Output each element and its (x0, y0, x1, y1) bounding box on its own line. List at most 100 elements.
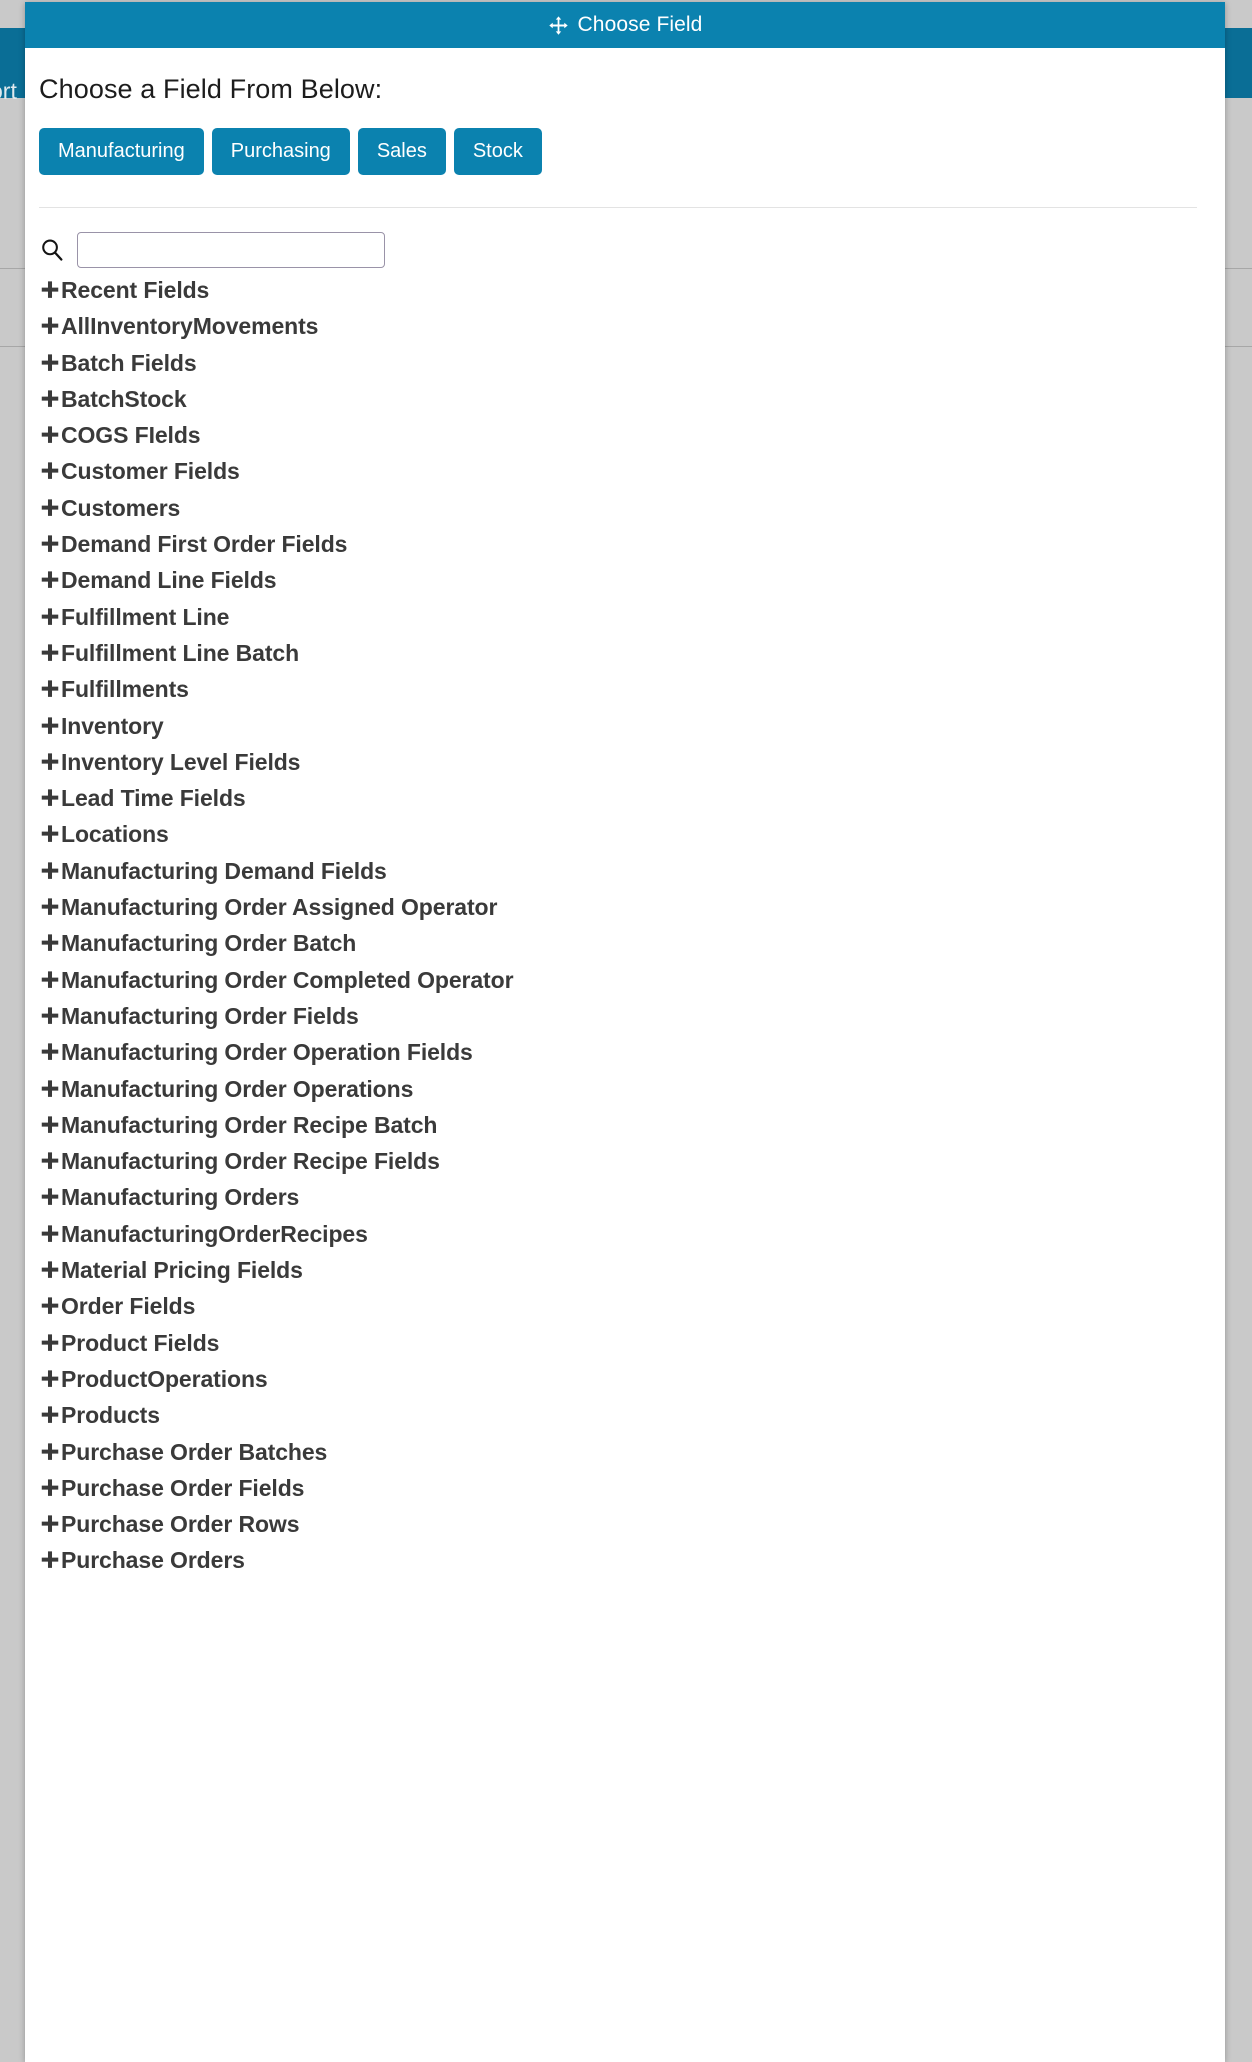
category-button-sales[interactable]: Sales (357, 128, 446, 175)
backdrop-navbar-label: ort (0, 78, 17, 104)
field-group-item[interactable]: Demand Line Fields (39, 566, 1225, 602)
field-group-label: Manufacturing Orders (61, 1184, 300, 1211)
field-group-label: Demand First Order Fields (61, 531, 348, 558)
field-group-label: Manufacturing Order Recipe Fields (61, 1148, 440, 1175)
plus-icon[interactable] (39, 1510, 61, 1532)
field-group-item[interactable]: Batch Fields (39, 349, 1225, 385)
field-group-label: BatchStock (61, 385, 187, 412)
plus-icon[interactable] (39, 712, 61, 734)
field-group-item[interactable]: Lead Time Fields (39, 784, 1225, 820)
plus-icon[interactable] (39, 784, 61, 807)
plus-icon[interactable] (39, 929, 61, 952)
field-group-label: Customers (61, 494, 181, 521)
category-button-group: Manufacturing Purchasing Sales Stock (25, 105, 1225, 175)
field-group-label: Manufacturing Order Recipe Batch (61, 1111, 438, 1138)
plus-icon[interactable] (39, 857, 61, 879)
plus-icon[interactable] (39, 349, 61, 371)
field-group-label: Purchase Orders (61, 1547, 245, 1574)
plus-icon[interactable] (39, 1438, 61, 1460)
category-button-stock[interactable]: Stock (453, 128, 542, 175)
plus-icon[interactable] (39, 1256, 61, 1278)
field-group-item[interactable]: Purchase Order Fields (39, 1474, 1225, 1510)
field-group-item[interactable]: Fulfillments (39, 675, 1225, 711)
field-group-item[interactable]: Purchase Order Batches (39, 1438, 1225, 1474)
plus-icon[interactable] (39, 748, 61, 770)
field-group-item[interactable]: Manufacturing Order Fields (39, 1002, 1225, 1038)
plus-icon[interactable] (39, 1546, 61, 1569)
field-group-item[interactable]: BatchStock (39, 385, 1225, 421)
plus-icon[interactable] (39, 1183, 61, 1206)
plus-icon[interactable] (39, 1292, 61, 1315)
page-title: Choose a Field From Below: (39, 74, 383, 104)
plus-icon[interactable] (39, 494, 61, 516)
field-group-item[interactable]: ManufacturingOrderRecipes (39, 1220, 1225, 1256)
field-group-item[interactable]: Manufacturing Order Completed Operator (39, 966, 1225, 1002)
field-group-label: Manufacturing Order Operation Fields (61, 1039, 473, 1066)
plus-icon[interactable] (39, 893, 61, 915)
plus-icon[interactable] (39, 276, 61, 298)
plus-icon[interactable] (39, 1038, 61, 1061)
plus-icon[interactable] (39, 1002, 61, 1024)
field-group-item[interactable]: Customer Fields (39, 457, 1225, 493)
field-group-item[interactable]: Manufacturing Order Recipe Fields (39, 1147, 1225, 1183)
field-group-item[interactable]: Customers (39, 494, 1225, 530)
search-input[interactable] (77, 232, 385, 268)
plus-icon[interactable] (39, 457, 61, 480)
field-group-item[interactable]: Fulfillment Line (39, 603, 1225, 639)
field-group-item[interactable]: AllInventoryMovements (39, 312, 1225, 348)
field-group-item[interactable]: Manufacturing Order Recipe Batch (39, 1111, 1225, 1147)
field-group-item[interactable]: Manufacturing Order Assigned Operator (39, 893, 1225, 929)
plus-icon[interactable] (39, 820, 61, 843)
field-group-item[interactable]: Manufacturing Demand Fields (39, 857, 1225, 893)
plus-icon[interactable] (39, 1220, 61, 1242)
field-group-label: Fulfillment Line Batch (61, 639, 300, 666)
plus-icon[interactable] (39, 1401, 61, 1424)
field-group-item[interactable]: ProductOperations (39, 1365, 1225, 1401)
plus-icon[interactable] (39, 966, 61, 988)
field-group-label: Fulfillments (61, 676, 189, 703)
plus-icon[interactable] (39, 639, 61, 661)
field-group-item[interactable]: Products (39, 1401, 1225, 1437)
field-group-label: Material Pricing Fields (61, 1257, 303, 1284)
field-group-item[interactable]: Fulfillment Line Batch (39, 639, 1225, 675)
plus-icon[interactable] (39, 1075, 61, 1097)
field-group-item[interactable]: Manufacturing Order Operation Fields (39, 1038, 1225, 1074)
category-button-purchasing[interactable]: Purchasing (211, 128, 350, 175)
field-group-item[interactable]: Inventory (39, 712, 1225, 748)
plus-icon[interactable] (39, 385, 61, 407)
plus-icon[interactable] (39, 1147, 61, 1170)
field-group-item[interactable]: Locations (39, 820, 1225, 856)
field-group-item[interactable]: Purchase Orders (39, 1546, 1225, 1582)
modal-titlebar[interactable]: Choose Field (25, 2, 1225, 48)
plus-icon[interactable] (39, 1329, 61, 1351)
plus-icon[interactable] (39, 530, 61, 552)
field-group-label: Inventory Level Fields (61, 748, 301, 775)
field-group-label: COGS FIelds (61, 422, 201, 449)
field-group-label: AllInventoryMovements (61, 313, 319, 340)
category-button-manufacturing[interactable]: Manufacturing (39, 128, 204, 175)
field-group-item[interactable]: Material Pricing Fields (39, 1256, 1225, 1292)
field-group-item[interactable]: Order Fields (39, 1292, 1225, 1328)
field-group-item[interactable]: Recent Fields (39, 276, 1225, 312)
field-group-label: Products (61, 1402, 160, 1429)
field-group-item[interactable]: Manufacturing Order Batch (39, 929, 1225, 965)
search-icon (39, 237, 65, 263)
plus-icon[interactable] (39, 675, 61, 698)
field-group-item[interactable]: Product Fields (39, 1329, 1225, 1365)
field-group-item[interactable]: Inventory Level Fields (39, 748, 1225, 784)
field-group-item[interactable]: Purchase Order Rows (39, 1510, 1225, 1546)
plus-icon[interactable] (39, 1365, 61, 1387)
plus-icon[interactable] (39, 421, 61, 444)
field-group-item[interactable]: Demand First Order Fields (39, 530, 1225, 566)
field-group-item[interactable]: COGS FIelds (39, 421, 1225, 457)
move-arrows-icon (548, 15, 569, 36)
plus-icon[interactable] (39, 1474, 61, 1496)
field-group-label: Order Fields (61, 1293, 196, 1320)
field-group-label: Manufacturing Order Operations (61, 1075, 414, 1102)
plus-icon[interactable] (39, 1111, 61, 1133)
plus-icon[interactable] (39, 566, 61, 589)
plus-icon[interactable] (39, 603, 61, 625)
field-group-item[interactable]: Manufacturing Orders (39, 1183, 1225, 1219)
field-group-item[interactable]: Manufacturing Order Operations (39, 1075, 1225, 1111)
plus-icon[interactable] (39, 312, 61, 335)
